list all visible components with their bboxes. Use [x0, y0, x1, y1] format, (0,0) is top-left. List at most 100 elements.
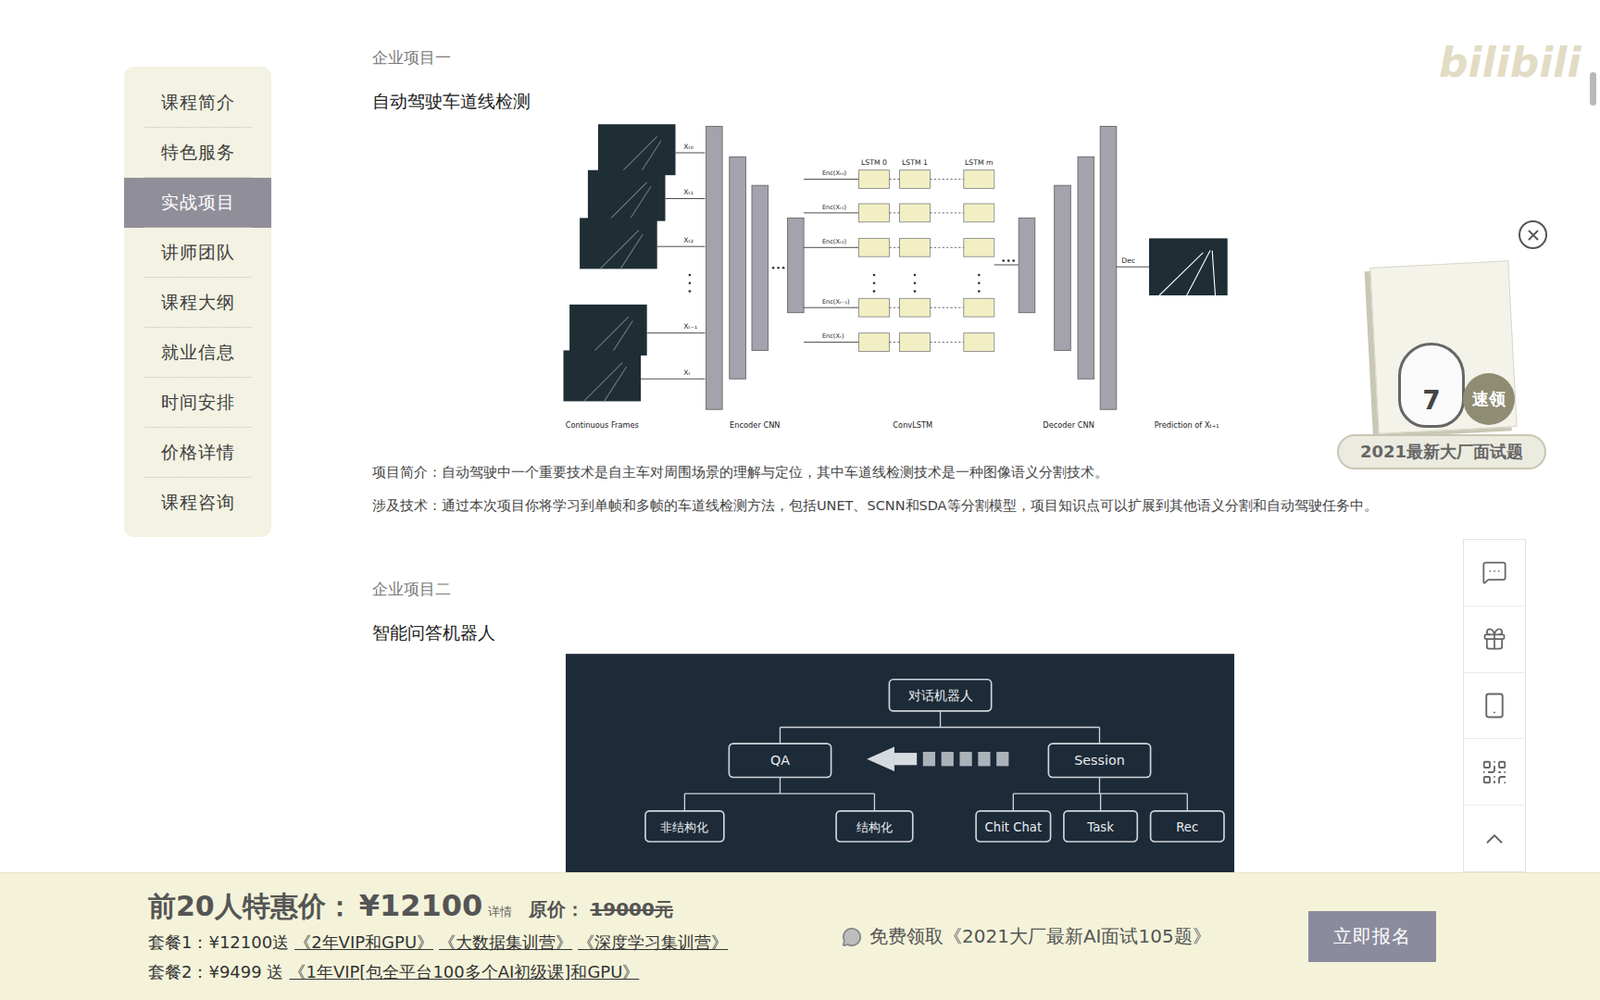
chat-button[interactable] [1463, 539, 1525, 606]
decoder-layer [1077, 156, 1095, 379]
input-frame: Xₜ₀ [598, 124, 706, 175]
svg-text:Xₜ₂: Xₜ₂ [683, 236, 694, 245]
sidebar-item[interactable]: 时间安排 [124, 377, 272, 428]
lstm-cell [859, 333, 890, 352]
svg-text:LSTM m: LSTM m [964, 158, 993, 167]
svg-text:Enc(Xₜ₋₁): Enc(Xₜ₋₁) [822, 298, 850, 306]
chatbot-architecture-diagram: 对话机器人QA非结构化结构化SessionChit ChatTaskRec [565, 653, 1235, 873]
svg-text:Session: Session [1074, 752, 1125, 768]
gift-icon [1481, 625, 1508, 652]
sidebar-item[interactable]: 讲师团队 [124, 227, 272, 278]
lstm-cell [900, 333, 931, 352]
svg-text:Continuous Frames: Continuous Frames [565, 420, 639, 430]
package-line: 套餐2：¥9499 送《1年VIP[包全平台100多个AI初级课]和GPU》 [148, 959, 815, 986]
lstm-cell [963, 203, 995, 223]
encoder-layer [751, 185, 769, 350]
project-heading: 企业项目一 [372, 46, 1460, 69]
input-frame: Xₜ₋₁ [569, 304, 705, 356]
project-section: 企业项目一自动驾驶车道线检测Xₜ₀Xₜ₁Xₜ₂Xₜ₋₁XₜLSTM 0LSTM … [339, 46, 1460, 523]
promo-action[interactable]: 速领 [1462, 373, 1515, 425]
input-frame: Xₜ₂ [579, 217, 705, 269]
svg-text:Xₜ₀: Xₜ₀ [683, 142, 694, 151]
lstm-cell [963, 237, 995, 257]
lstm-cell [900, 237, 931, 257]
chat-icon [1481, 559, 1508, 586]
price-line: 前20人特惠价：¥12100详情原价：19000元 [148, 887, 815, 926]
scrollbar-thumb[interactable] [1589, 72, 1597, 106]
package-gift-link[interactable]: 《2年VIP和GPU》 [294, 929, 434, 956]
close-promo-button[interactable] [1518, 220, 1548, 250]
package-gift-link[interactable]: 《1年VIP[包全平台100多个AI初级课]和GPU》 [288, 959, 639, 986]
price-bar: 前20人特惠价：¥12100详情原价：19000元套餐1：¥12100送《2年V… [0, 872, 1600, 1000]
leaf-node: Chit Chat [975, 793, 1050, 842]
phone-icon [1480, 691, 1509, 720]
svg-text:Decoder CNN: Decoder CNN [1042, 420, 1094, 430]
package-gift-link[interactable]: 《深度学习集训营》 [577, 929, 728, 956]
sidebar-item[interactable]: 实战项目 [124, 177, 272, 228]
root-node: 对话机器人 [888, 679, 991, 712]
course-page: 课程简介特色服务实战项目讲师团队课程大纲就业信息时间安排价格详情课程咨询企业项目… [0, 0, 1600, 1000]
gift-button[interactable] [1463, 605, 1525, 673]
promo-badge: 2021最新大厂面试题 [1337, 434, 1547, 470]
bilibili-watermark: bilibili [1438, 38, 1581, 87]
svg-text:ConvLSTM: ConvLSTM [892, 420, 933, 430]
lane-architecture-diagram: Xₜ₀Xₜ₁Xₜ₂Xₜ₋₁XₜLSTM 0LSTM 1LSTM mEnc(Xₜ₀… [562, 122, 1237, 438]
original-price-label: 原价： [528, 897, 585, 923]
branch-node: SessionChit ChatTaskRec [975, 743, 1225, 842]
lstm-cell [900, 203, 931, 223]
sidebar-item[interactable]: 课程咨询 [124, 477, 272, 528]
back-to-top-button[interactable] [1463, 804, 1525, 872]
lstm-cell [963, 170, 995, 189]
encoder-layer [706, 125, 724, 410]
mobile-button[interactable] [1463, 672, 1525, 739]
svg-text:Encoder CNN: Encoder CNN [729, 420, 780, 430]
lstm-cell [900, 298, 931, 317]
sidebar-item[interactable]: 特色服务 [124, 127, 272, 178]
svg-text:LSTM 0: LSTM 0 [861, 158, 888, 167]
price-detail-link[interactable]: 详情 [487, 903, 513, 921]
side-toolbar [1462, 538, 1526, 873]
lstm-cell [859, 237, 890, 257]
promo-widget[interactable]: 7速领 2021最新大厂面试题 [1337, 254, 1547, 470]
svg-text:Prediction of Xₜ₊₁: Prediction of Xₜ₊₁ [1154, 420, 1220, 430]
sidebar-item[interactable]: 就业信息 [124, 327, 272, 378]
price-label: 前20人特惠价： [148, 887, 354, 926]
svg-text:Enc(Xₜ₂): Enc(Xₜ₂) [822, 237, 847, 246]
svg-text:Rec: Rec [1175, 820, 1199, 835]
enroll-button[interactable]: 立即报名 [1308, 911, 1437, 963]
project-figure: 对话机器人QA非结构化结构化SessionChit ChatTaskRec [565, 653, 1235, 873]
svg-text:对话机器人: 对话机器人 [907, 687, 973, 703]
original-price: 19000元 [589, 897, 674, 923]
svg-text:Xₜ₋₁: Xₜ₋₁ [683, 322, 698, 331]
mascot: 7 [1398, 342, 1465, 428]
leaf-node: Rec [1150, 793, 1224, 842]
project-paragraph: 涉及技术：通过本次项目你将学习到单帧和多帧的车道线检测方法，包括UNET、SCN… [372, 488, 1460, 523]
package-gift-link[interactable]: 《大数据集训营》 [438, 929, 573, 956]
svg-text:Chit Chat: Chit Chat [984, 820, 1042, 835]
leaf-node: 非结构化 [644, 793, 724, 842]
decoder-layer [1054, 185, 1072, 350]
lstm-cell [963, 298, 995, 317]
branch-node: QA非结构化结构化 [644, 743, 913, 842]
sidebar-item[interactable]: 价格详情 [124, 427, 272, 478]
prediction-output [1149, 237, 1228, 296]
sidebar-item[interactable]: 课程简介 [124, 77, 272, 128]
qrcode-icon [1480, 758, 1509, 787]
sidebar-item[interactable]: 课程大纲 [124, 277, 272, 328]
free-offer-link[interactable]: 免费领取《2021大厂最新AI面试105题》 [841, 924, 1212, 950]
decoder-layer [1100, 125, 1117, 410]
project-heading: 企业项目二 [372, 577, 1460, 600]
svg-text:结构化: 结构化 [855, 820, 892, 835]
input-frame: Xₜ [563, 350, 706, 401]
content: 企业项目一自动驾驶车道线检测Xₜ₀Xₜ₁Xₜ₂Xₜ₋₁XₜLSTM 0LSTM … [339, 46, 1460, 873]
package-label: 套餐2：¥9499 送 [148, 959, 284, 986]
lstm-cell [859, 298, 890, 317]
lstm-cell [900, 170, 931, 189]
decoder-layer [1018, 217, 1036, 313]
qrcode-button[interactable] [1463, 737, 1525, 805]
price-value: ¥12100 [359, 887, 484, 924]
svg-text:Xₜ: Xₜ [683, 368, 691, 377]
price-info: 前20人特惠价：¥12100详情原价：19000元套餐1：¥12100送《2年V… [148, 887, 815, 986]
svg-text:Enc(Xₜ₁): Enc(Xₜ₁) [822, 203, 847, 212]
svg-text:非结构化: 非结构化 [660, 820, 709, 835]
